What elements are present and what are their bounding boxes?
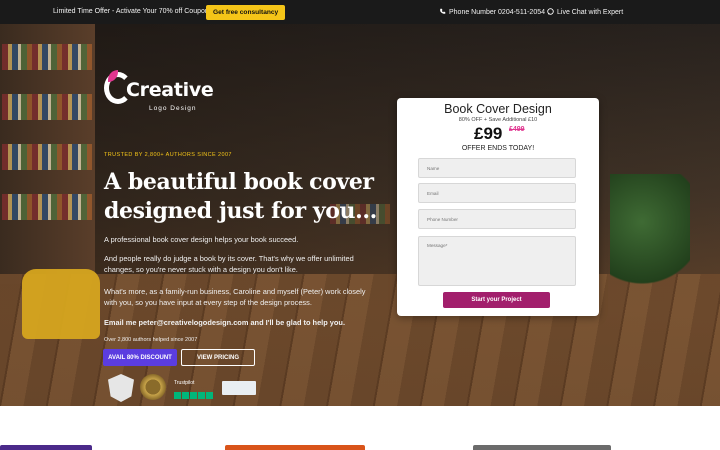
offer-ends-text: OFFER ENDS TODAY! xyxy=(461,145,535,152)
star-icon xyxy=(190,392,197,399)
message-field[interactable] xyxy=(418,236,576,286)
accredited-business-badge-icon xyxy=(222,381,256,395)
phone-field[interactable] xyxy=(418,209,576,229)
phone-number: Phone Number 0204-511-2054 xyxy=(449,9,545,16)
brand-subtitle: Logo Design xyxy=(149,105,197,112)
star-icon xyxy=(174,392,181,399)
view-pricing-button[interactable]: VIEW PRICING xyxy=(181,349,255,366)
trustpilot-label: Trustpilot xyxy=(174,380,195,386)
form-price: £99 xyxy=(474,124,503,143)
phone-icon xyxy=(440,8,446,14)
hero-paragraph-3: What's more, as a family-run business, C… xyxy=(104,287,366,307)
avail-discount-button[interactable]: AVAIL 80% DISCOUNT xyxy=(103,349,177,366)
phone-link[interactable]: Phone Number 0204-511-2054 xyxy=(439,8,545,16)
live-chat-text: Live Chat with Expert xyxy=(557,9,624,16)
free-consultancy-button[interactable]: Get free consultancy xyxy=(206,5,286,20)
quote-form-card: Book Cover Design 80% OFF + Save Additio… xyxy=(397,98,599,316)
books-decoration xyxy=(2,144,92,170)
brand-name: Creative xyxy=(126,79,214,101)
section-card-top xyxy=(0,445,92,450)
form-title: Book Cover Design xyxy=(444,102,552,116)
section-card-top xyxy=(225,445,365,450)
plant-decoration xyxy=(610,174,690,294)
form-subtitle: 80% OFF + Save Additional £10 xyxy=(458,117,538,123)
trustpilot-badge: Trustpilot xyxy=(174,380,214,399)
offer-text: Limited Time Offer - Activate Your 70% o… xyxy=(53,8,211,15)
email-field[interactable] xyxy=(418,183,576,203)
star-icon xyxy=(198,392,205,399)
hero-headline: A beautiful book cover designed just for… xyxy=(104,169,377,224)
name-field[interactable] xyxy=(418,158,576,178)
hero-paragraph-2: And people really do judge a book by its… xyxy=(104,254,354,274)
chat-icon xyxy=(547,8,554,15)
authors-helped-text: Over 2,800 authors helped since 2007 xyxy=(104,337,198,343)
contact-email[interactable]: Email me peter@creativelogodesign.com an… xyxy=(104,317,374,328)
hero-paragraph-1: A professional book cover design helps y… xyxy=(104,235,299,244)
books-decoration xyxy=(2,94,92,120)
hero-section: Creative Logo Design TRUSTED BY 2,800+ A… xyxy=(0,24,720,406)
star-icon xyxy=(182,392,189,399)
brand-logo[interactable]: Creative Logo Design xyxy=(104,70,214,120)
books-decoration xyxy=(2,194,92,220)
form-old-price: £499 xyxy=(509,126,525,133)
yellow-armchair xyxy=(22,269,100,339)
star-icon xyxy=(206,392,213,399)
section-card-top xyxy=(473,445,611,450)
start-project-button[interactable]: Start your Project xyxy=(443,292,550,308)
trusted-tagline: TRUSTED BY 2,800+ AUTHORS SINCE 2007 xyxy=(104,152,232,158)
award-badge-icon xyxy=(140,374,166,400)
top-bar: Limited Time Offer - Activate Your 70% o… xyxy=(0,0,720,24)
books-decoration xyxy=(2,44,92,70)
live-chat-link[interactable]: Live Chat with Expert xyxy=(547,8,623,16)
